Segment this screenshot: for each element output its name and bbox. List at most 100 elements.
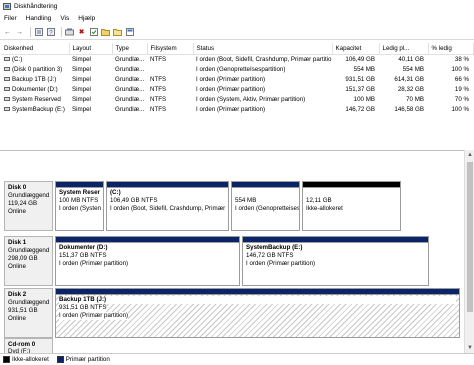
partition-status: I orden (Systen — [59, 205, 101, 212]
column-header-free-space[interactable]: Ledig pl... — [379, 43, 429, 55]
volume-name-cell: Dokumenter (D:) — [1, 84, 69, 94]
delete-icon[interactable]: ✖ — [77, 28, 86, 37]
volume-icon — [4, 96, 10, 101]
volume-name-cell: (C:) — [1, 54, 69, 64]
help-icon[interactable]: ? — [46, 28, 55, 37]
explore-icon[interactable] — [113, 28, 122, 37]
partition-name: System Reser — [59, 189, 100, 196]
disk-name: Disk 2 — [8, 291, 27, 298]
volume-icon — [4, 86, 10, 91]
menu-action[interactable]: Handling — [26, 15, 52, 22]
disk-name: Disk 0 — [8, 184, 27, 191]
capacity-cell: 931,51 GB — [345, 75, 375, 83]
table-row[interactable]: Dokumenter (D:) Simpel Grundlæ... NTFS I… — [1, 84, 473, 94]
status-cell: I orden (Primær partition) — [196, 105, 266, 113]
partition-status: I orden (Boot, Sidefil, Crashdump, Primæ… — [110, 205, 226, 212]
partition-detail: 931,51 GB NTFS — [59, 304, 107, 312]
scroll-down-arrow-icon[interactable]: ▼ — [465, 343, 474, 353]
column-header-type[interactable]: Type — [112, 43, 148, 55]
free-space-cell: 70 MB — [406, 95, 424, 103]
open-folder-icon[interactable] — [101, 28, 110, 37]
percent-free-cell: 38 % — [454, 55, 469, 63]
capacity-cell: 146,72 GB — [345, 105, 375, 113]
partition-block[interactable]: Dokumenter (D:) 151,37 GB NTFS I orden (… — [55, 236, 240, 286]
partition-detail: 151,37 GB NTFS — [59, 252, 107, 259]
disk-size: 931,51 GB — [8, 307, 38, 314]
legend-label-unallocated: Ikke-allokeret — [12, 356, 49, 363]
capacity-cell: 100 MB — [353, 95, 375, 103]
disk-state: Online — [8, 263, 26, 270]
layout-cell: Simpel — [72, 105, 91, 113]
filesystem-cell: NTFS — [150, 105, 167, 113]
free-space-cell: 40,11 GB — [398, 55, 424, 63]
partition-name — [306, 189, 397, 197]
toolbar-separator — [61, 27, 62, 37]
partition-name — [235, 189, 296, 197]
menu-help[interactable]: Hjælp — [78, 15, 95, 22]
volume-icon — [4, 66, 10, 71]
partition-block[interactable]: SystemBackup (E:) 146,72 GB NTFS I orden… — [242, 236, 429, 286]
filesystem-cell: NTFS — [150, 55, 167, 63]
graphical-view-scrollbar[interactable]: ▲ ▼ — [464, 150, 474, 353]
scroll-up-arrow-icon[interactable]: ▲ — [465, 150, 474, 160]
disk-size: 119,24 GB — [8, 200, 38, 207]
partition-status: Ikke-allokeret — [306, 205, 343, 212]
disk-name: Disk 1 — [8, 239, 27, 246]
capacity-cell: 106,49 GB — [345, 55, 375, 63]
partition-block[interactable]: (C:) 106,49 GB NTFS I orden (Boot, Sidef… — [106, 181, 229, 231]
table-row[interactable]: (Disk 0 partition 3) Simpel Grundlæ... I… — [1, 64, 473, 74]
back-arrow-icon[interactable]: ← — [3, 28, 12, 37]
refresh-icon[interactable] — [65, 28, 74, 37]
table-row[interactable]: Backup 1TB (J:) Simpel Grundlæ... NTFS I… — [1, 74, 473, 84]
volume-list-table: Diskenhed Layout Type Filsystem Status K… — [1, 43, 474, 114]
partition-block-unallocated[interactable]: 12,11 GB Ikke-allokeret — [302, 181, 401, 231]
check-icon[interactable] — [89, 28, 98, 37]
volume-name-cell: Backup 1TB (J:) — [1, 74, 69, 84]
layout-cell: Simpel — [72, 95, 91, 103]
properties-sheet-icon[interactable] — [125, 28, 134, 37]
volume-name-cell: SystemBackup (E:) — [1, 104, 69, 114]
column-header-percent-free[interactable]: % ledig — [428, 43, 474, 55]
disk-type: Grundlæggend — [8, 192, 50, 199]
layout-cell: Simpel — [72, 65, 91, 73]
column-header-status[interactable]: Status — [193, 43, 333, 55]
disk-label[interactable]: Disk 1 Grundlæggend 298,09 GB Online — [4, 236, 53, 286]
partition-block-selected[interactable]: Backup 1TB (J:) 931,51 GB NTFS I orden (… — [55, 288, 460, 338]
menu-bar: Filer Handling Vis Hjælp — [0, 13, 474, 24]
disk-label[interactable]: Disk 2 Grundlæggend 931,51 GB Online — [4, 288, 53, 338]
toolbar: ← → ? ✖ — [0, 25, 474, 40]
disk-state: Online — [8, 315, 26, 322]
table-row[interactable]: System Reserved Simpel Grundlæ... NTFS I… — [1, 94, 473, 104]
partition-status: I orden (Primær partition) — [59, 312, 129, 320]
disk-label[interactable]: Disk 0 Grundlæggend 119,24 GB Online — [4, 181, 53, 231]
status-cell: I orden (Primær partition) — [196, 85, 266, 93]
disk-state: Online — [8, 208, 26, 215]
forward-arrow-icon[interactable]: → — [15, 28, 24, 37]
partition-block[interactable]: 554 MB I orden (Genopretteisespa — [231, 181, 300, 231]
partition-detail: 554 MB — [235, 197, 257, 204]
legend-bar: Ikke-allokeret Primær partition — [0, 353, 474, 365]
column-header-capacity[interactable]: Kapacitet — [332, 43, 380, 55]
free-space-cell: 146,58 GB — [394, 105, 424, 113]
partition-block[interactable]: System Reser 100 MB NTFS I orden (Systen — [55, 181, 104, 231]
status-cell: I orden (Primær partition) — [196, 75, 266, 83]
column-header-layout[interactable]: Layout — [69, 43, 113, 55]
capacity-cell: 554 MB — [353, 65, 375, 73]
disk-row-disk-1: Disk 1 Grundlæggend 298,09 GB Online Dok… — [4, 236, 460, 286]
layout-cell: Simpel — [72, 75, 91, 83]
volume-icon — [4, 106, 10, 111]
menu-view[interactable]: Vis — [60, 15, 69, 22]
table-row[interactable]: (C:) Simpel Grundlæ... NTFS I orden (Boo… — [1, 54, 473, 64]
percent-free-cell: 70 % — [454, 95, 469, 103]
status-cell: I orden (System, Aktiv, Primær partition… — [196, 95, 306, 103]
filesystem-cell: NTFS — [150, 95, 167, 103]
column-header-volume[interactable]: Diskenhed — [1, 43, 70, 55]
column-header-filesystem[interactable]: Filsystem — [147, 43, 194, 55]
properties-icon[interactable] — [34, 28, 43, 37]
free-space-cell: 28,32 GB — [397, 85, 424, 93]
free-space-cell: 554 MB — [402, 65, 424, 73]
type-cell: Grundlæ... — [115, 55, 145, 63]
scrollbar-thumb[interactable] — [467, 162, 473, 312]
table-row[interactable]: SystemBackup (E:) Simpel Grundlæ... NTFS… — [1, 104, 473, 114]
menu-file[interactable]: Filer — [4, 15, 17, 22]
